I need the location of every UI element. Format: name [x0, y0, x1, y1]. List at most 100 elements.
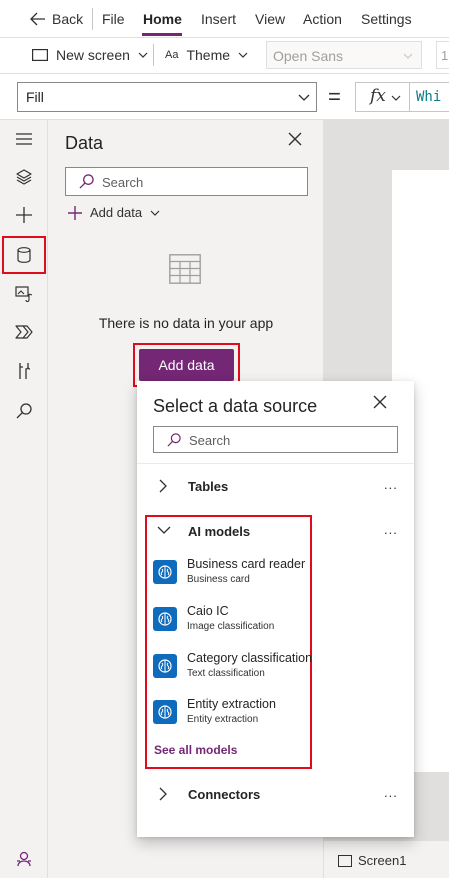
insert-button[interactable] — [0, 196, 48, 234]
theme-icon: Aa — [165, 48, 179, 61]
model-item-entity-extraction[interactable]: Entity extraction Entity extraction — [153, 697, 353, 737]
data-button[interactable] — [2, 236, 46, 274]
power-automate-button[interactable] — [0, 313, 48, 351]
empty-state-message: There is no data in your app — [98, 315, 274, 331]
font-size-value: 1 — [441, 48, 449, 63]
menu-view[interactable]: View — [255, 11, 285, 27]
chevron-down-icon — [238, 52, 248, 58]
active-tab-indicator — [142, 33, 182, 36]
menu-insert[interactable]: Insert — [201, 11, 236, 27]
plus-icon — [16, 207, 32, 223]
model-item-business-card-reader[interactable]: Business card reader Business card — [153, 557, 353, 597]
close-icon — [288, 132, 302, 146]
model-name: Caio IC — [187, 604, 229, 618]
screen-icon — [338, 854, 352, 867]
model-name: Category classification — [187, 651, 313, 665]
ai-model-icon — [153, 560, 177, 584]
formula-text: Whi — [416, 89, 442, 105]
property-dropdown[interactable]: Fill — [17, 82, 317, 112]
add-data-menu-label: Add data — [90, 205, 143, 220]
new-screen-icon — [32, 49, 48, 61]
new-screen-label: New screen — [56, 47, 130, 63]
bot-icon — [17, 851, 31, 867]
menu-file[interactable]: File — [102, 11, 125, 27]
flyout-divider — [137, 463, 414, 464]
model-item-category-classification[interactable]: Category classification Text classificat… — [153, 651, 353, 691]
screen-tab-label: Screen1 — [358, 853, 407, 868]
see-all-models-link[interactable]: See all models — [154, 743, 237, 757]
fx-button[interactable]: fx — [355, 82, 410, 112]
data-search-placeholder: Search — [102, 175, 144, 190]
menu-settings[interactable]: Settings — [361, 11, 412, 27]
data-source-flyout: Select a data source Search Tables ... A… — [137, 381, 414, 837]
back-button[interactable]: Back — [30, 11, 83, 27]
media-button[interactable] — [0, 275, 48, 313]
close-flyout-button[interactable] — [373, 395, 387, 412]
back-arrow-icon — [30, 12, 45, 26]
font-size-input[interactable]: 1 — [436, 41, 449, 69]
new-screen-button[interactable]: New screen — [32, 47, 148, 63]
font-dropdown[interactable]: Open Sans — [266, 41, 422, 69]
search-icon — [167, 433, 181, 447]
model-item-caio-ic[interactable]: Caio IC Image classification — [153, 604, 353, 644]
chevron-down-icon — [391, 95, 401, 101]
status-bar: Screen1 — [324, 840, 449, 878]
section-ai-models[interactable]: AI models ... — [137, 516, 414, 546]
theme-button[interactable]: Aa Theme — [165, 47, 248, 63]
hamburger-button[interactable] — [0, 120, 48, 158]
menu-home[interactable]: Home — [143, 11, 182, 27]
power-automate-icon — [15, 325, 33, 339]
model-type: Entity extraction — [187, 714, 259, 725]
section-connectors[interactable]: Connectors ... — [137, 779, 414, 809]
chevron-down-icon — [150, 210, 160, 216]
property-value: Fill — [26, 89, 44, 105]
back-label: Back — [52, 11, 84, 27]
add-data-menu[interactable]: Add data — [68, 205, 160, 220]
menu-action[interactable]: Action — [303, 11, 342, 27]
flyout-search-input[interactable]: Search — [153, 426, 398, 453]
section-ai-models-label: AI models — [188, 524, 251, 539]
plus-icon — [68, 205, 82, 220]
section-tables-label: Tables — [188, 479, 229, 494]
model-type: Image classification — [187, 621, 275, 632]
chevron-right-icon — [159, 787, 167, 801]
ribbon-toolbar: New screen Aa Theme Open Sans 1 — [0, 38, 449, 74]
model-type: Business card — [187, 574, 250, 585]
model-type: Text classification — [187, 668, 265, 679]
flyout-search-placeholder: Search — [189, 433, 231, 448]
data-panel-title: Data — [65, 133, 104, 153]
screen-tab[interactable]: Screen1 — [338, 853, 406, 868]
virtual-agent-button[interactable] — [0, 840, 48, 878]
ai-model-icon — [153, 700, 177, 724]
left-rail — [0, 120, 48, 878]
toolbar-separator — [153, 44, 154, 66]
ai-model-icon — [153, 607, 177, 631]
model-name: Business card reader — [187, 557, 306, 571]
formula-input[interactable]: Whi — [410, 82, 449, 112]
search-icon — [16, 403, 32, 419]
data-search-input[interactable]: Search — [65, 167, 308, 196]
fx-icon: fx — [370, 86, 386, 106]
section-tables[interactable]: Tables ... — [137, 471, 414, 501]
formula-row: Fill = fx Whi — [0, 74, 449, 120]
layers-icon — [16, 169, 32, 185]
flyout-title: Select a data source — [153, 396, 318, 416]
advanced-tools-button[interactable] — [0, 352, 48, 390]
tables-more-button[interactable]: ... — [384, 477, 398, 492]
close-data-panel-button[interactable] — [288, 132, 302, 149]
table-icon — [169, 254, 201, 284]
search-icon — [79, 174, 94, 189]
tree-view-button[interactable] — [0, 158, 48, 196]
add-data-button[interactable]: Add data — [139, 349, 234, 381]
menu-separator — [92, 8, 93, 30]
chevron-down-icon — [138, 52, 148, 58]
hamburger-icon — [16, 133, 32, 145]
chevron-down-icon — [157, 526, 171, 534]
database-icon — [17, 247, 31, 263]
media-icon — [15, 286, 33, 302]
connectors-more-button[interactable]: ... — [384, 785, 398, 800]
section-connectors-label: Connectors — [188, 787, 261, 802]
search-rail-button[interactable] — [0, 392, 48, 430]
theme-label: Theme — [186, 47, 231, 63]
ai-models-more-button[interactable]: ... — [384, 522, 398, 537]
